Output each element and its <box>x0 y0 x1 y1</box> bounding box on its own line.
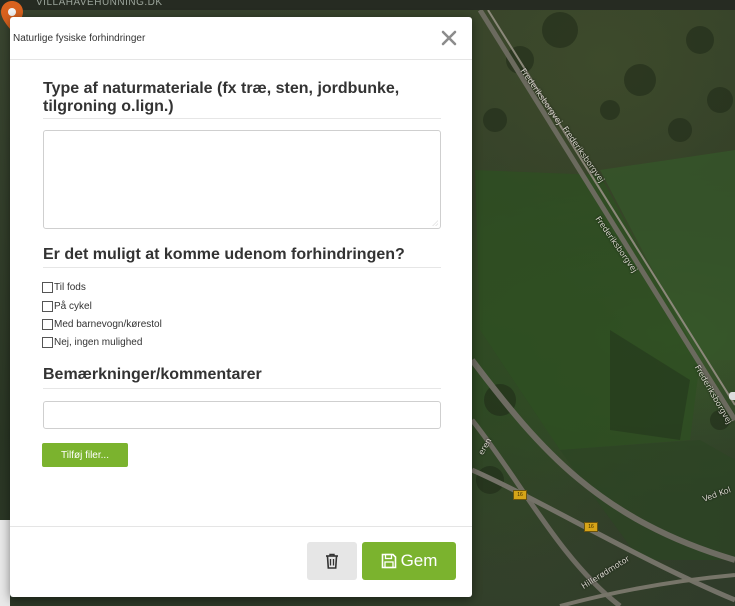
map-control-edge[interactable] <box>729 392 735 400</box>
map-topbar: VILLAHAVEHUNNING.DK <box>0 0 735 10</box>
save-button[interactable]: Gem <box>362 542 456 580</box>
checkbox-ingen-mulighed[interactable]: Nej, ingen mulighed <box>42 335 142 349</box>
section-heading-bypass: Er det muligt at komme udenom forhindrin… <box>43 246 405 263</box>
material-textarea[interactable] <box>43 130 441 229</box>
delete-button[interactable] <box>307 542 357 580</box>
checkbox-icon[interactable] <box>42 336 53 348</box>
road-shield: 16 <box>513 490 527 500</box>
modal-title: Naturlige fysiske forhindringer <box>13 33 146 44</box>
trash-icon <box>326 553 338 569</box>
save-button-label: Gem <box>400 551 438 570</box>
checkbox-paa-cykel[interactable]: På cykel <box>42 299 92 313</box>
add-files-button[interactable]: Tilføj filer... <box>42 443 128 467</box>
modal-dialog: Naturlige fysiske forhindringer Type af … <box>10 17 472 597</box>
checkbox-label: På cykel <box>54 300 92 312</box>
divider <box>43 388 441 389</box>
divider <box>43 118 441 119</box>
floppy-disk-icon <box>381 553 397 569</box>
checkbox-icon[interactable] <box>42 300 53 312</box>
resize-handle-icon[interactable] <box>432 220 438 226</box>
checkbox-label: Til fods <box>54 281 86 293</box>
checkbox-label: Nej, ingen mulighed <box>54 336 143 348</box>
road-shield: 16 <box>584 522 598 532</box>
close-icon <box>441 30 457 46</box>
map-topbar-text: VILLAHAVEHUNNING.DK <box>36 0 163 8</box>
checkbox-barnevogn[interactable]: Med barnevogn/kørestol <box>42 317 162 331</box>
divider <box>43 267 441 268</box>
checkbox-label: Med barnevogn/kørestol <box>54 318 162 330</box>
section-heading-material: Type af naturmateriale (fx træ, sten, jo… <box>43 80 400 115</box>
checkbox-til-fods[interactable]: Til fods <box>42 280 86 294</box>
footer-divider <box>10 526 472 527</box>
checkbox-icon[interactable] <box>42 318 53 330</box>
comments-input[interactable] <box>43 401 441 429</box>
modal-header: Naturlige fysiske forhindringer <box>10 17 472 60</box>
section-heading-comments: Bemærkninger/kommentarer <box>43 366 262 383</box>
close-button[interactable] <box>438 25 460 51</box>
page-edge-shade <box>0 520 10 606</box>
checkbox-icon[interactable] <box>42 281 53 293</box>
